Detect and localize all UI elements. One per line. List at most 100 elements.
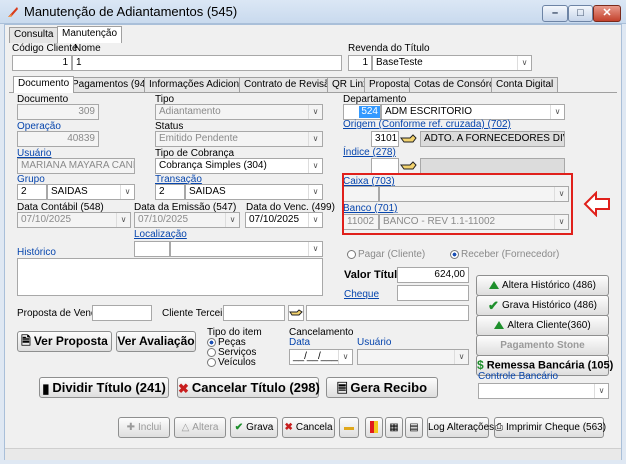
attachment-icon: ▦ bbox=[389, 422, 399, 433]
color-button[interactable] bbox=[365, 417, 383, 438]
status-select[interactable]: Emitido Pendente ∨ bbox=[155, 131, 323, 147]
print-preview-button[interactable]: ▤ bbox=[405, 417, 423, 438]
transacao-code-field[interactable]: 2 bbox=[155, 184, 185, 200]
status-value: Emitido Pendente bbox=[159, 133, 238, 144]
usuario-field[interactable]: MARIANA MAYARA CANDIDO bbox=[17, 158, 135, 174]
cheque-field[interactable] bbox=[397, 285, 469, 301]
chevron-down-icon: ∨ bbox=[308, 213, 322, 227]
data-contabil-field[interactable]: 07/10/2025 ∨ bbox=[17, 212, 131, 228]
nome-label: Nome bbox=[74, 43, 101, 54]
search-person-icon[interactable] bbox=[288, 305, 304, 321]
cliente-terceiro-name-field[interactable] bbox=[306, 305, 469, 321]
open-folder-button[interactable]: ▬ bbox=[339, 417, 359, 438]
altera-button[interactable]: △ Altera bbox=[174, 417, 226, 438]
cancel-usuario-label: Usuário bbox=[357, 337, 392, 348]
pagar-label: Pagar (Cliente) bbox=[358, 249, 426, 260]
hand-pointer-icon[interactable] bbox=[400, 159, 420, 173]
document-icon: 🗎 bbox=[21, 334, 31, 349]
tab-documento[interactable]: Documento bbox=[13, 76, 75, 93]
localizacao-label[interactable]: Localização bbox=[134, 229, 187, 240]
valor-titulo-field[interactable]: 624,00 bbox=[397, 267, 469, 283]
tab-manutencao[interactable]: Manutenção bbox=[57, 26, 123, 43]
ver-avaliacao-button[interactable]: Ver Avaliação bbox=[116, 331, 196, 352]
cancel-data-label: Data bbox=[289, 337, 311, 348]
origem-code-field[interactable]: 3101 bbox=[371, 131, 399, 147]
left-arrow-icon bbox=[583, 191, 610, 217]
cliente-terceiro-field[interactable] bbox=[223, 305, 285, 321]
tipo-item-veiculos-radio[interactable]: Veículos bbox=[207, 357, 256, 368]
origem-label[interactable]: Origem (Conforme ref. cruzada) (702) bbox=[343, 119, 511, 130]
title-bar: Manutenção de Adiantamentos (545) – □ ✕ bbox=[0, 0, 626, 24]
tipo-cobranca-select[interactable]: Cobrança Simples (304) ∨ bbox=[155, 158, 323, 174]
tab-consulta[interactable]: Consulta bbox=[9, 27, 59, 43]
localizacao-code-field[interactable] bbox=[134, 241, 170, 257]
dividir-titulo-button[interactable]: ▮ Dividir Título (241) bbox=[39, 377, 169, 398]
tab-proposta[interactable]: Proposta bbox=[364, 77, 415, 93]
transacao-select[interactable]: SAIDAS ∨ bbox=[185, 184, 323, 200]
indice-code-field[interactable] bbox=[371, 158, 399, 174]
cancela-button[interactable]: ✖ Cancela bbox=[282, 417, 335, 438]
proposta-venda-field[interactable] bbox=[92, 305, 152, 321]
minimize-button[interactable]: – bbox=[542, 5, 568, 22]
tab-contrato-revisao[interactable]: Contrato de Revisão bbox=[239, 77, 341, 93]
documento-field[interactable]: 309 bbox=[17, 104, 99, 120]
highlight-box bbox=[342, 173, 573, 235]
triangle-up-icon: △ bbox=[181, 422, 190, 433]
controle-bancario-select[interactable]: ∨ bbox=[478, 383, 609, 399]
chevron-down-icon: ∨ bbox=[308, 132, 322, 146]
ver-proposta-button[interactable]: 🗎 Ver Proposta bbox=[17, 331, 112, 352]
indice-label[interactable]: Índice (278) bbox=[343, 147, 396, 158]
folder-icon: ▬ bbox=[344, 422, 354, 433]
cancel-data-field[interactable]: __/__/____ ∨ bbox=[289, 349, 353, 365]
altera-cliente-button[interactable]: Altera Cliente(360) bbox=[476, 315, 609, 336]
receber-radio[interactable]: Receber (Fornecedor) bbox=[450, 249, 559, 260]
grava-historico-button[interactable]: ✔ Grava Histórico (486) bbox=[476, 295, 609, 316]
pagar-radio[interactable]: Pagar (Cliente) bbox=[347, 249, 425, 260]
cancel-usuario-select[interactable]: ∨ bbox=[357, 349, 469, 365]
gera-recibo-button[interactable]: 🗏 Gera Recibo bbox=[326, 377, 438, 398]
close-button[interactable]: ✕ bbox=[593, 5, 621, 22]
inclui-button[interactable]: ✚ Inclui bbox=[118, 417, 170, 438]
nome-field[interactable]: 1 bbox=[72, 55, 342, 71]
historico-textarea[interactable] bbox=[17, 258, 323, 296]
data-emissao-field[interactable]: 07/10/2025 ∨ bbox=[134, 212, 240, 228]
check-icon: ✔ bbox=[488, 298, 499, 313]
grava-button[interactable]: ✔ Grava bbox=[230, 417, 278, 438]
revenda-select[interactable]: BaseTeste ∨ bbox=[372, 55, 532, 71]
maximize-icon: □ bbox=[577, 7, 584, 19]
data-venc-field[interactable]: 07/10/2025 ∨ bbox=[245, 212, 323, 228]
tab-conta-digital[interactable]: Conta Digital bbox=[491, 77, 559, 93]
chevron-down-icon: ∨ bbox=[594, 384, 608, 398]
radio-selected-icon bbox=[207, 337, 216, 347]
grupo-select[interactable]: SAIDAS ∨ bbox=[47, 184, 135, 200]
cheque-label[interactable]: Cheque bbox=[344, 289, 379, 300]
cancelar-titulo-button[interactable]: ✖ Cancelar Título (298) bbox=[177, 377, 320, 398]
altera-historico-button[interactable]: Altera Histórico (486) bbox=[476, 275, 609, 296]
grupo-code-field[interactable]: 2 bbox=[17, 184, 47, 200]
operacao-field[interactable]: 40839 bbox=[17, 131, 99, 147]
receber-label: Receber (Fornecedor) bbox=[461, 249, 560, 260]
imprimir-cheque-button[interactable]: ⎙ Imprimir Cheque (563) bbox=[494, 417, 606, 438]
ver-avaliacao-label: Ver Avaliação bbox=[117, 334, 195, 348]
tipo-value: Adiantamento bbox=[159, 106, 221, 117]
departamento-code-field[interactable]: 524 bbox=[343, 104, 381, 120]
proposta-venda-label: Proposta de Venda bbox=[17, 308, 103, 319]
chevron-down-icon: ∨ bbox=[308, 105, 322, 119]
pagamento-stone-button[interactable]: Pagamento Stone bbox=[476, 335, 609, 356]
localizacao-select[interactable]: ∨ bbox=[170, 241, 323, 257]
valor-titulo-label: Valor Título bbox=[344, 269, 404, 281]
hand-pointer-icon[interactable] bbox=[400, 132, 420, 146]
log-alteracoes-label: Log Alterações bbox=[428, 422, 495, 433]
maximize-button[interactable]: □ bbox=[568, 5, 593, 22]
codigo-cliente-field[interactable]: 1 bbox=[12, 55, 72, 71]
historico-label: Histórico bbox=[17, 247, 56, 258]
cliente-terceiro-label: Cliente Terceiro bbox=[162, 308, 232, 319]
departamento-select[interactable]: ADM ESCRITORIO ∨ bbox=[381, 104, 565, 120]
tipo-select[interactable]: Adiantamento ∨ bbox=[155, 104, 323, 120]
revenda-code-field[interactable]: 1 bbox=[348, 55, 372, 71]
log-alteracoes-button[interactable]: Log Alterações bbox=[427, 417, 494, 438]
printer-icon: ⎙ bbox=[495, 422, 503, 433]
chevron-down-icon: ∨ bbox=[308, 159, 322, 173]
transacao-value: SAIDAS bbox=[189, 186, 226, 197]
attachment-button[interactable]: ▦ bbox=[385, 417, 403, 438]
